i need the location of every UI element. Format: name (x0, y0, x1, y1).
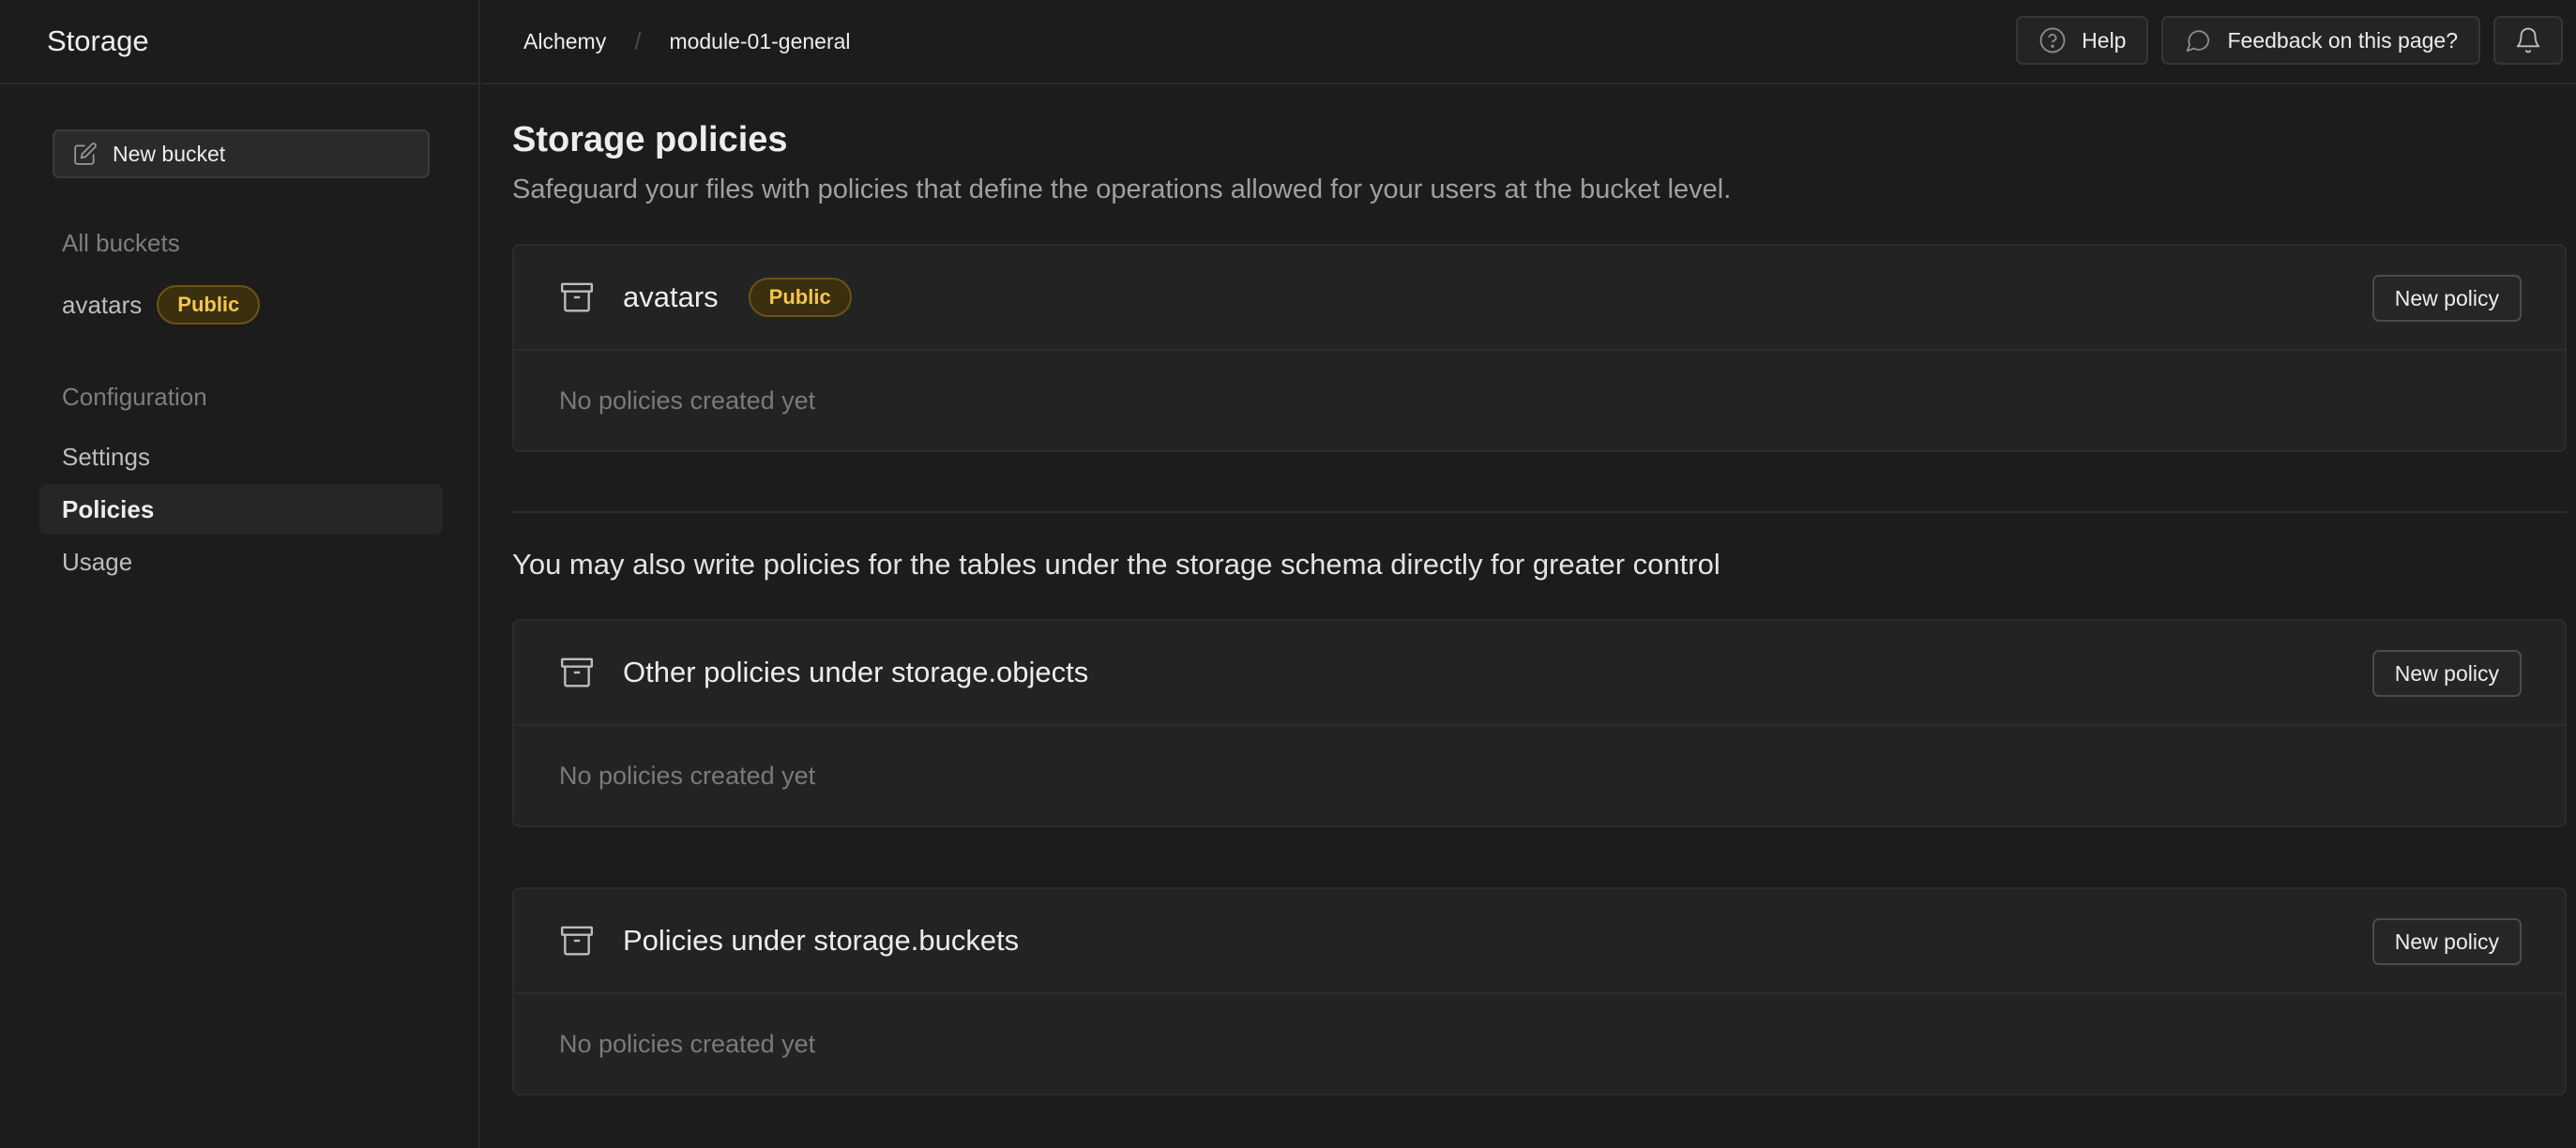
feedback-label: Feedback on this page? (2227, 27, 2458, 53)
message-circle-icon (2187, 30, 2210, 53)
new-policy-button[interactable]: New policy (2371, 275, 2522, 322)
sidebar: Storage New bucket All buckets avatars P… (0, 0, 480, 1148)
empty-state: No policies created yet (559, 385, 816, 415)
new-policy-button[interactable]: New policy (2371, 650, 2522, 697)
empty-state: No policies created yet (559, 1029, 816, 1058)
page-subtitle: Safeguard your files with policies that … (512, 174, 1732, 204)
card-title: Other policies under storage.objects (623, 656, 1089, 688)
public-badge: Public (748, 278, 852, 317)
archive-icon (560, 657, 594, 687)
configuration-label: Configuration (62, 383, 207, 411)
topbar: Alchemy / module-01-general Help Feedbac… (482, 0, 2576, 84)
archive-icon (560, 282, 594, 312)
card-header: Other policies under storage.objects New… (514, 621, 2565, 726)
sidebar-item-label: Settings (62, 442, 150, 471)
policy-card-avatars: avatars Public New policy No policies cr… (512, 244, 2567, 452)
archive-icon (560, 926, 594, 956)
public-badge: Public (157, 285, 261, 325)
top-actions: Help Feedback on this page? (2016, 16, 2563, 65)
help-label: Help (2082, 27, 2127, 53)
policy-card-storage-buckets: Policies under storage.buckets New polic… (512, 887, 2567, 1095)
breadcrumb-project[interactable]: Alchemy (523, 29, 606, 54)
sidebar-item-label: Usage (62, 547, 133, 576)
sidebar-item-policies[interactable]: Policies (39, 484, 443, 535)
sidebar-item-label: Policies (62, 494, 155, 523)
sidebar-header: Storage (0, 0, 478, 84)
empty-state: No policies created yet (559, 761, 816, 790)
policy-card-storage-objects: Other policies under storage.objects New… (512, 619, 2567, 827)
bucket-name: avatars (62, 290, 143, 319)
schema-info-text: You may also write policies for the tabl… (512, 548, 1720, 581)
breadcrumb-separator: / (634, 26, 642, 55)
edit-icon (74, 143, 97, 165)
sidebar-item-settings[interactable]: Settings (39, 431, 443, 482)
help-circle-icon (2039, 27, 2066, 53)
card-header: Policies under storage.buckets New polic… (514, 889, 2565, 994)
new-policy-button[interactable]: New policy (2371, 918, 2522, 965)
help-button[interactable]: Help (2016, 16, 2149, 65)
page-title: Storage policies (512, 120, 788, 159)
notifications-button[interactable] (2493, 16, 2563, 65)
sidebar-title: Storage (47, 24, 149, 57)
card-title: avatars (623, 280, 719, 313)
app: Storage New bucket All buckets avatars P… (0, 0, 2576, 1148)
divider (512, 511, 2567, 513)
card-title: Policies under storage.buckets (623, 924, 1020, 957)
card-header: avatars Public New policy (514, 246, 2565, 351)
sidebar-item-avatars[interactable]: avatars Public (39, 279, 443, 330)
new-bucket-label: New bucket (113, 141, 226, 166)
all-buckets-label: All buckets (62, 229, 180, 257)
new-bucket-button[interactable]: New bucket (53, 129, 430, 178)
sidebar-item-usage[interactable]: Usage (39, 536, 443, 587)
breadcrumb-branch[interactable]: module-01-general (669, 29, 850, 54)
feedback-button[interactable]: Feedback on this page? (2161, 16, 2480, 65)
bell-icon (2516, 27, 2540, 53)
